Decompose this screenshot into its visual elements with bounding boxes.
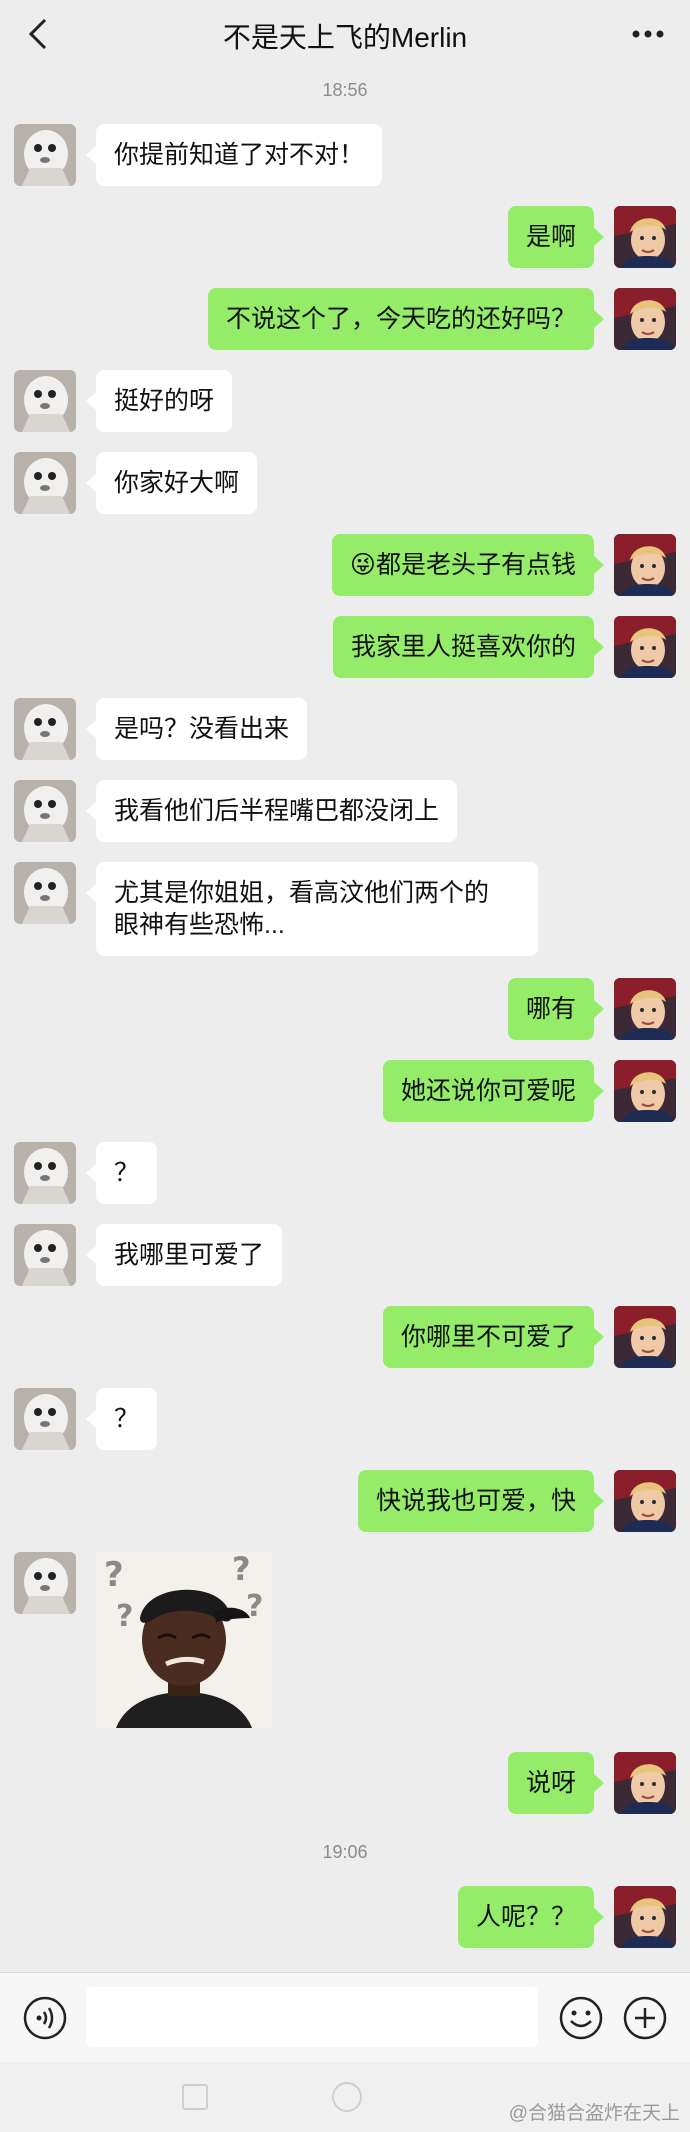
outgoing-message-bubble[interactable]: 人呢？？ <box>457 1886 605 1948</box>
incoming-message-bubble[interactable]: 我哪里可爱了 <box>85 1224 283 1286</box>
message-input-bar <box>0 1972 690 2063</box>
voice-button[interactable] <box>22 1995 68 2041</box>
timestamp: 18:56 <box>322 80 368 100</box>
home-button[interactable] <box>332 2082 362 2112</box>
plus-icon <box>623 1996 667 2040</box>
outgoing-message-bubble[interactable]: 快说我也可爱，快 <box>357 1470 605 1532</box>
svg-text:?: ? <box>246 1589 263 1624</box>
message-line: 眼神有些恐怖... <box>114 911 285 939</box>
more-actions-button[interactable] <box>622 1995 668 2041</box>
incoming-message-bubble[interactable]: 你提前知道了对不对！ <box>85 124 383 186</box>
back-button[interactable] <box>18 14 58 54</box>
self-avatar[interactable] <box>614 1060 676 1122</box>
contact-avatar[interactable] <box>14 1552 76 1614</box>
outgoing-message-bubble[interactable]: 说呀 <box>507 1752 605 1814</box>
self-avatar[interactable] <box>614 288 676 350</box>
more-button[interactable] <box>628 14 668 54</box>
self-avatar[interactable] <box>614 1886 676 1948</box>
contact-avatar[interactable] <box>14 780 76 842</box>
more-horizontal-icon <box>632 30 664 38</box>
voice-icon <box>23 1996 67 2040</box>
timestamp: 19:06 <box>322 1842 368 1862</box>
incoming-message-bubble[interactable]: 我看他们后半程嘴巴都没闭上 <box>85 780 458 842</box>
incoming-message-bubble[interactable]: ？ <box>85 1142 158 1204</box>
incoming-message-bubble[interactable]: 尤其是你姐姐，看高汶他们两个的 眼神有些恐怖... <box>86 862 538 956</box>
svg-text:?: ? <box>116 1599 133 1634</box>
outgoing-message-bubble[interactable]: 你哪里不可爱了 <box>382 1306 605 1368</box>
contact-avatar[interactable] <box>14 1388 76 1450</box>
chat-header: 不是天上飞的Merlin <box>0 0 690 72</box>
self-avatar[interactable] <box>614 206 676 268</box>
message-line: 尤其是你姐姐，看高汶他们两个的 <box>114 879 490 907</box>
incoming-message-bubble[interactable]: 是吗？没看出来 <box>85 698 308 760</box>
system-navigation-bar: @合猫合盗炸在天上 <box>0 2062 690 2132</box>
outgoing-message-bubble[interactable]: 她还说你可爱呢 <box>382 1060 605 1122</box>
self-avatar[interactable] <box>614 1470 676 1532</box>
incoming-message-bubble[interactable]: 你家好大啊 <box>85 452 258 514</box>
self-avatar[interactable] <box>614 534 676 596</box>
incoming-message-bubble[interactable]: ？ <box>85 1388 158 1450</box>
contact-avatar[interactable] <box>14 1224 76 1286</box>
message-text: 都是老头子有点钱 <box>375 551 576 579</box>
contact-avatar[interactable] <box>14 862 76 924</box>
chevron-left-icon <box>28 18 47 50</box>
chat-screen: 不是天上飞的Merlin 18:56 你提前知道了对不对！ 是啊 不说这个了，今… <box>0 0 690 2132</box>
contact-avatar[interactable] <box>14 452 76 514</box>
contact-avatar[interactable] <box>14 124 76 186</box>
confused-man-sticker[interactable]: ? ? ? ? <box>96 1552 272 1728</box>
chat-title: 不是天上飞的Merlin <box>222 22 468 53</box>
svg-text:?: ? <box>104 1555 124 1595</box>
winking-tongue-emoji-icon: 😜 <box>349 551 376 579</box>
outgoing-message-bubble[interactable]: 😜都是老头子有点钱 <box>331 534 605 596</box>
outgoing-message-bubble[interactable]: 是啊 <box>507 206 605 268</box>
recent-apps-button[interactable] <box>182 2084 208 2110</box>
outgoing-message-bubble[interactable]: 哪有 <box>507 978 605 1040</box>
message-input[interactable] <box>86 1987 538 2047</box>
self-avatar[interactable] <box>614 978 676 1040</box>
svg-text:?: ? <box>232 1552 251 1588</box>
contact-avatar[interactable] <box>14 370 76 432</box>
self-avatar[interactable] <box>614 1306 676 1368</box>
self-avatar[interactable] <box>614 1752 676 1814</box>
sticker-image: ? ? ? ? <box>96 1552 272 1728</box>
message-list[interactable]: 18:56 你提前知道了对不对！ 是啊 不说这个了，今天吃的还好吗？ 挺好的呀 … <box>0 72 690 1972</box>
contact-avatar[interactable] <box>14 698 76 760</box>
outgoing-message-bubble[interactable]: 不说这个了，今天吃的还好吗？ <box>207 288 605 350</box>
emoji-button[interactable] <box>558 1995 604 2041</box>
self-avatar[interactable] <box>614 616 676 678</box>
outgoing-message-bubble[interactable]: 我家里人挺喜欢你的 <box>332 616 605 678</box>
incoming-message-bubble[interactable]: 挺好的呀 <box>85 370 233 432</box>
contact-avatar[interactable] <box>14 1142 76 1204</box>
watermark-text: @合猫合盗炸在天上 <box>508 2103 680 2124</box>
emoji-icon <box>559 1996 603 2040</box>
